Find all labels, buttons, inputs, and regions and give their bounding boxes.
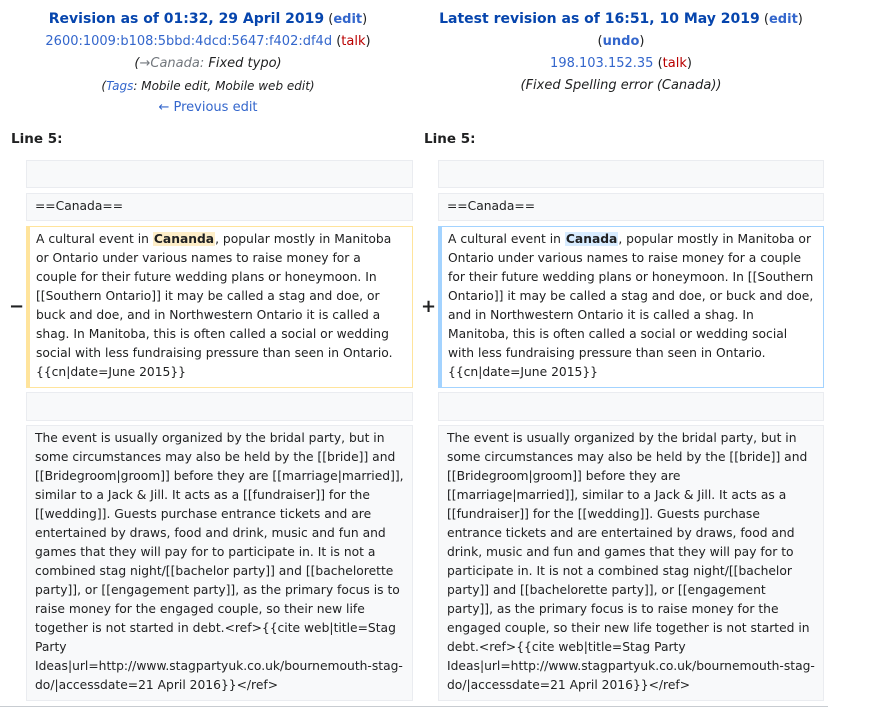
old-revision-header: Revision as of 01:32, 29 April 2019 (edi… <box>13 8 403 119</box>
line-number-right: Line 5: <box>424 131 476 147</box>
previous-edit-link[interactable]: ← Previous edit <box>158 100 257 115</box>
deleted-word: Cananda <box>152 232 216 246</box>
new-revision-link[interactable]: Latest revision as of 16:51, 10 May 2019 <box>439 11 760 27</box>
diff-context-empty-left <box>26 160 413 188</box>
new-edit-link[interactable]: edit <box>769 12 798 27</box>
diff-context-paragraph-left: The event is usually organized by the br… <box>26 425 413 701</box>
deleted-line-marker: − <box>9 296 25 317</box>
old-tags: (Tags: Mobile edit, Mobile web edit) <box>101 79 315 93</box>
diff-added-line: A cultural event in Canada, popular most… <box>438 226 824 388</box>
section-link-canada[interactable]: →Canada: <box>139 56 204 71</box>
bottom-divider <box>0 706 828 707</box>
old-user-link[interactable]: 2600:1009:b108:5bbd:4dcd:5647:f402:df4d <box>45 34 332 49</box>
added-line-marker: + <box>421 296 437 317</box>
new-edit-summary: (Fixed Spelling error (Canada)) <box>520 78 722 93</box>
old-talk-link[interactable]: talk <box>341 34 365 49</box>
diff-context-heading-right: ==Canada== <box>438 193 824 221</box>
diff-context-empty-left-2 <box>26 392 413 421</box>
diff-context-heading-left: ==Canada== <box>26 193 413 221</box>
diff-context-empty-right-2 <box>438 392 824 421</box>
tags-link[interactable]: Tags <box>106 79 133 93</box>
line-number-left: Line 5: <box>11 131 63 147</box>
new-revision-header: Latest revision as of 16:51, 10 May 2019… <box>426 8 816 97</box>
old-revision-link[interactable]: Revision as of 01:32, 29 April 2019 <box>49 11 324 27</box>
diff-deleted-line: A cultural event in Cananda, popular mos… <box>26 226 413 388</box>
old-edit-link[interactable]: edit <box>333 12 362 27</box>
diff-context-empty-right <box>438 160 824 188</box>
new-talk-link[interactable]: talk <box>663 56 687 71</box>
new-user-link[interactable]: 198.103.152.35 <box>550 56 653 71</box>
added-word: Canada <box>564 232 619 246</box>
old-edit-summary: (→Canada: Fixed typo) <box>134 56 282 71</box>
diff-context-paragraph-right: The event is usually organized by the br… <box>438 425 824 701</box>
undo-link[interactable]: undo <box>603 34 640 49</box>
